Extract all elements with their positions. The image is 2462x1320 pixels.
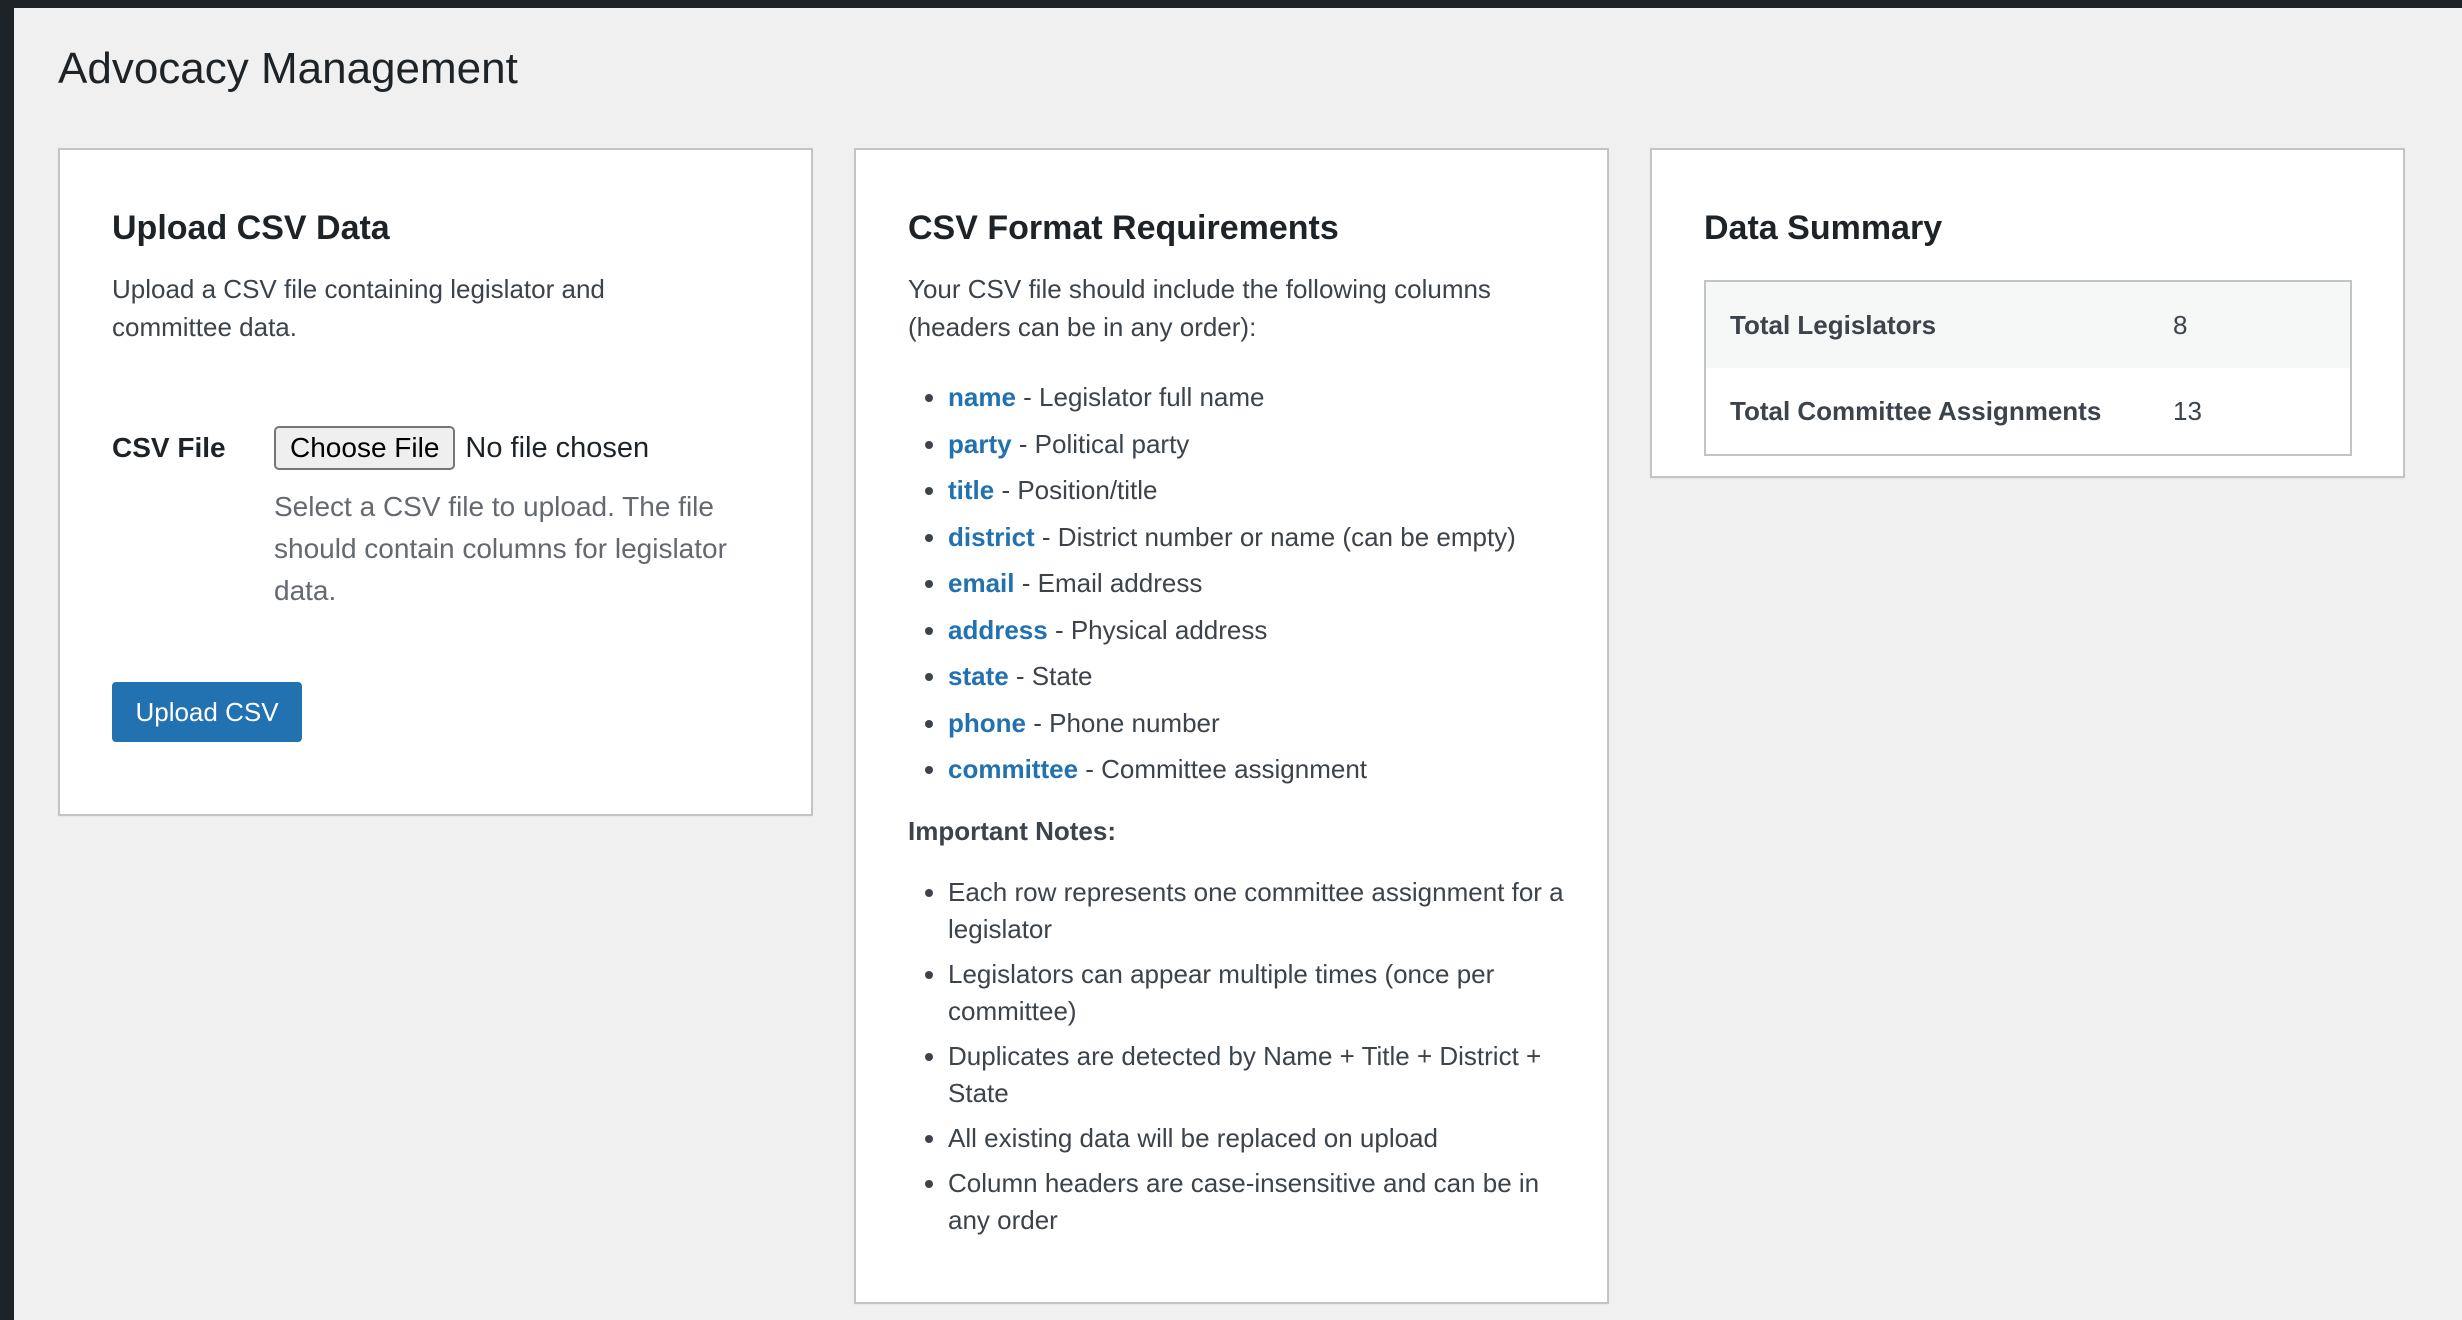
column-description: - Email address: [1014, 568, 1203, 598]
notes-list: Each row represents one committee assign…: [908, 874, 1568, 1247]
admin-content-area: Advocacy Management Upload CSV Data Uplo…: [14, 8, 2462, 1320]
column-item: party - Political party: [948, 421, 1516, 468]
summary-value: 13: [2173, 395, 2202, 426]
column-description: - Physical address: [1047, 614, 1268, 645]
column-description: - Committee assignment: [1078, 754, 1368, 784]
format-intro-text: Your CSV file should include the followi…: [908, 274, 1491, 342]
column-name: email: [948, 568, 1015, 598]
summary-label: Total Legislators: [1730, 309, 1937, 340]
column-description: - Phone number: [1026, 707, 1220, 738]
summary-table: Total Legislators 8 Total Committee Assi…: [1704, 280, 2352, 456]
note-item: Legislators can appear multiple times (o…: [948, 956, 1568, 1030]
summary-value: 8: [2173, 309, 2188, 340]
upload-card-title: Upload CSV Data: [112, 209, 390, 247]
data-summary-card: Data Summary Total Legislators 8 Total C…: [1650, 148, 2405, 478]
column-name: party: [948, 428, 1012, 459]
notes-title: Important Notes:: [908, 816, 1116, 846]
file-help-text: Select a CSV file to upload. The file sh…: [274, 491, 727, 606]
note-item: Column headers are case-insensitive and …: [948, 1165, 1568, 1239]
column-item: state - State: [948, 653, 1516, 700]
column-description: - Political party: [1011, 428, 1190, 459]
upload-card-description: Upload a CSV file containing legislator …: [112, 274, 605, 342]
column-item: district - District number or name (can …: [948, 514, 1516, 561]
summary-card-title: Data Summary: [1704, 209, 1943, 247]
column-name: phone: [948, 707, 1026, 738]
page-title: Advocacy Management: [58, 44, 518, 93]
note-item: Each row represents one committee assign…: [948, 874, 1568, 948]
column-name: district: [948, 521, 1035, 552]
column-description: - Position/title: [994, 475, 1158, 505]
table-row: Total Committee Assignments 13: [1705, 368, 2351, 455]
csv-file-label: CSV File: [112, 432, 226, 463]
upload-csv-card: Upload CSV Data Upload a CSV file contai…: [58, 148, 813, 816]
summary-label: Total Committee Assignments: [1730, 395, 2102, 426]
column-name: address: [948, 614, 1048, 645]
choose-file-button[interactable]: Choose File: [274, 426, 456, 470]
column-name: state: [948, 661, 1009, 691]
column-item: title - Position/title: [948, 467, 1516, 514]
column-name: name: [948, 382, 1016, 412]
csv-format-card: CSV Format Requirements Your CSV file sh…: [854, 148, 1609, 1304]
column-name: committee: [948, 754, 1079, 784]
column-item: address - Physical address: [948, 607, 1516, 654]
file-input[interactable]: Choose File No file chosen: [274, 426, 649, 470]
column-item: committee - Committee assignment: [948, 746, 1516, 793]
column-item: phone - Phone number: [948, 700, 1516, 747]
table-row: Total Legislators 8: [1705, 281, 2351, 368]
column-item: email - Email address: [948, 560, 1516, 607]
note-item: Duplicates are detected by Name + Title …: [948, 1038, 1568, 1112]
upload-csv-button[interactable]: Upload CSV: [112, 682, 302, 742]
file-status-text: No file chosen: [465, 431, 650, 464]
column-name: title: [948, 475, 995, 505]
format-card-title: CSV Format Requirements: [908, 209, 1339, 247]
column-item: name - Legislator full name: [948, 374, 1516, 421]
note-item: All existing data will be replaced on up…: [948, 1120, 1568, 1157]
column-list: name - Legislator full name party - Poli…: [908, 374, 1516, 793]
column-description: - State: [1008, 661, 1093, 691]
column-description: - Legislator full name: [1015, 382, 1265, 412]
column-description: - District number or name (can be empty): [1034, 521, 1516, 552]
